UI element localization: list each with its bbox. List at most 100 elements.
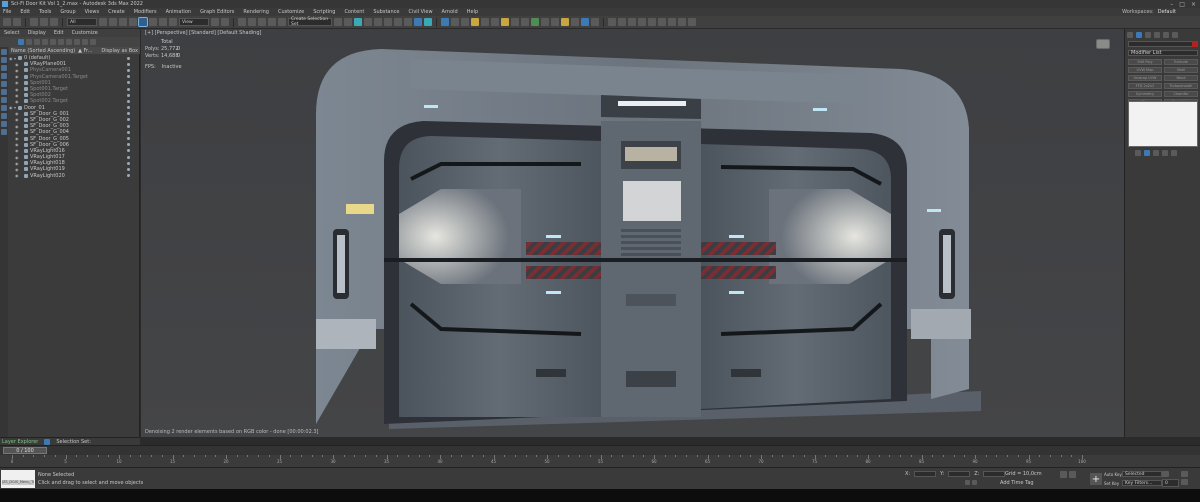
current-frame-field[interactable]: 0 — [1162, 479, 1179, 487]
render-toggle-icon[interactable] — [127, 106, 130, 110]
vray-ies-icon[interactable] — [491, 18, 499, 26]
menu-civil-view[interactable]: Civil View — [408, 9, 432, 15]
reference-coordinate-dropdown[interactable]: View — [179, 18, 209, 26]
object-name-field[interactable] — [1128, 41, 1198, 47]
viewport-label[interactable]: [+] [Perspective] [Standard] [Default Sh… — [145, 30, 261, 36]
maximize-icon[interactable]: □ — [1179, 1, 1185, 8]
vray-sun-icon[interactable] — [471, 18, 479, 26]
snaps-toggle-icon[interactable] — [238, 18, 246, 26]
xref-icon[interactable] — [668, 18, 676, 26]
auto-key-button[interactable]: Auto Key — [1104, 472, 1122, 477]
display-xrefs-icon[interactable] — [82, 39, 88, 45]
extra-tools-icon[interactable] — [618, 18, 626, 26]
select-all-icon[interactable] — [1, 81, 7, 87]
pin-stack-icon[interactable] — [1135, 150, 1141, 156]
vray-scene-converter-icon[interactable] — [581, 18, 589, 26]
visibility-eye-icon[interactable]: ◉ — [15, 99, 20, 104]
modifier-button[interactable]: Unwrap UVW — [1128, 75, 1162, 81]
menu-animation[interactable]: Animation — [166, 9, 192, 15]
toggle-layer-explorer-icon[interactable] — [364, 18, 372, 26]
menu-group[interactable]: Group — [60, 9, 75, 15]
ribbon-toggle-icon[interactable] — [608, 18, 616, 26]
window-crossing-icon[interactable] — [129, 18, 137, 26]
render-toggle-icon[interactable] — [127, 75, 130, 79]
display-lights-icon[interactable] — [42, 39, 48, 45]
select-and-scale-icon[interactable] — [159, 18, 167, 26]
remove-modifier-icon[interactable] — [1162, 150, 1168, 156]
render-setup-icon[interactable] — [404, 18, 412, 26]
align-icon[interactable] — [344, 18, 352, 26]
rendered-frame-window-icon[interactable] — [414, 18, 422, 26]
visibility-eye-icon[interactable]: ◉ — [15, 136, 20, 141]
visibility-eye-icon[interactable]: ◉ — [15, 161, 20, 166]
curve-editor-icon[interactable] — [374, 18, 382, 26]
sort-icon[interactable] — [1, 49, 7, 55]
render-toggle-icon[interactable] — [127, 62, 130, 66]
display-groups-icon[interactable] — [74, 39, 80, 45]
menu-scripting[interactable]: Scripting — [313, 9, 335, 15]
render-toggle-icon[interactable] — [127, 99, 130, 103]
render-toggle-icon[interactable] — [127, 155, 130, 159]
modifier-button[interactable]: Turbosmooth — [1164, 83, 1198, 89]
visibility-eye-icon[interactable]: ◉ — [15, 167, 20, 172]
scene-explorer-column-header[interactable]: Name (Sorted Ascending) ▲ Fr... Display … — [9, 47, 140, 54]
time-slider-handle[interactable]: 0 / 100 — [3, 447, 47, 454]
collapse-all-icon[interactable] — [1, 129, 7, 135]
render-toggle-icon[interactable] — [127, 149, 130, 153]
go-to-start-icon[interactable] — [1060, 471, 1067, 478]
render-toggle-icon[interactable] — [127, 56, 130, 60]
modifier-button[interactable]: Symmetry — [1128, 91, 1162, 97]
scene-states-icon[interactable] — [648, 18, 656, 26]
modifier-button[interactable]: Bend — [1164, 75, 1198, 81]
visibility-eye-icon[interactable]: ◉ — [15, 155, 20, 160]
select-object-icon[interactable] — [99, 18, 107, 26]
selection-filter-dropdown[interactable]: All — [67, 18, 97, 26]
vray-frame-buffer-icon[interactable] — [441, 18, 449, 26]
modifier-list-dropdown[interactable]: Modifier List — [1128, 50, 1198, 56]
vray-light-lister-icon[interactable] — [561, 18, 569, 26]
filter-icon[interactable] — [18, 39, 24, 45]
undo-icon[interactable] — [3, 18, 11, 26]
pivot-center-icon[interactable] — [211, 18, 219, 26]
render-toggle-icon[interactable] — [127, 112, 130, 116]
percent-snap-icon[interactable] — [258, 18, 266, 26]
layer-explorer-toggle-icon[interactable] — [44, 438, 51, 445]
graphite-tools-icon[interactable] — [628, 18, 636, 26]
create-tab-icon[interactable] — [1127, 32, 1133, 38]
render-toggle-icon[interactable] — [127, 174, 130, 178]
menu-customize[interactable]: Customize — [278, 9, 304, 15]
hierarchy-icon[interactable] — [1, 57, 7, 63]
visibility-eye-icon[interactable]: ◉ — [15, 142, 20, 147]
viewcube-icon[interactable] — [1096, 39, 1110, 49]
display-helpers-icon[interactable] — [58, 39, 64, 45]
show-end-result-icon[interactable] — [1144, 150, 1150, 156]
menu-rendering[interactable]: Rendering — [243, 9, 269, 15]
expand-all-icon[interactable] — [1, 121, 7, 127]
make-unique-icon[interactable] — [1153, 150, 1159, 156]
column-name[interactable]: Name (Sorted Ascending) — [11, 48, 75, 54]
vray-render-icon[interactable] — [451, 18, 459, 26]
selection-region-icon[interactable] — [119, 18, 127, 26]
vray-ambient-light-icon[interactable] — [501, 18, 509, 26]
render-toggle-icon[interactable] — [127, 87, 130, 91]
column-frozen[interactable]: ▲ Fr... — [78, 48, 92, 54]
time-slider[interactable]: 0 / 100 — [0, 445, 1200, 455]
visibility-eye-icon[interactable]: ◉ — [15, 74, 20, 79]
hierarchy-tab-icon[interactable] — [1145, 32, 1151, 38]
visibility-eye-icon[interactable]: ◉ — [15, 93, 20, 98]
named-selection-sets-dropdown[interactable]: Create Selection Set — [288, 17, 332, 27]
mirror-icon[interactable] — [334, 18, 342, 26]
find-icon[interactable] — [1, 73, 7, 79]
track-bar[interactable]: 0 5 10 15 20 25 30 35 40 45 50 55 60 65 70 75 80 85 90 95 10… — [0, 455, 1200, 467]
unlink-icon[interactable] — [40, 18, 48, 26]
play-icon[interactable] — [1162, 471, 1169, 477]
lock-icon[interactable] — [1, 105, 7, 111]
select-and-move-icon[interactable] — [138, 17, 148, 27]
render-toggle-icon[interactable] — [127, 161, 130, 165]
invert-selection-icon[interactable] — [1, 97, 7, 103]
visibility-eye-icon[interactable]: ◉ — [15, 62, 20, 67]
maxscript-listener[interactable] — [1, 470, 35, 488]
select-by-name-icon[interactable] — [109, 18, 117, 26]
se-menu-select[interactable]: Select — [4, 30, 19, 36]
redo-icon[interactable] — [13, 18, 21, 26]
